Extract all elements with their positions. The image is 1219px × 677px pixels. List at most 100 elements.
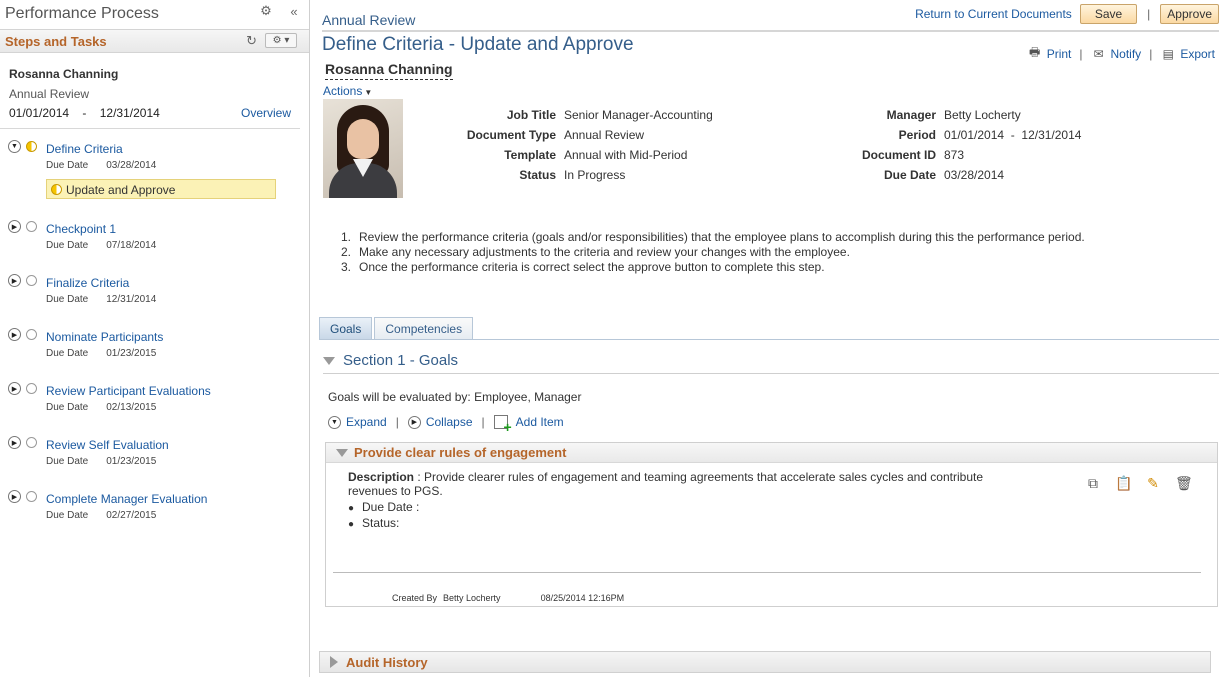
audit-history-header[interactable]: Audit History (319, 651, 1211, 673)
document-details-right: Manager Betty Locherty Period 01/01/2014 -… (811, 108, 1081, 188)
export-document-icon[interactable]: ▤ (1160, 47, 1176, 61)
notify-link[interactable]: Notify (1111, 47, 1142, 61)
instructions-list: 1. Review the performance criteria (goals… (341, 230, 1085, 275)
tab-goals[interactable]: Goals (319, 317, 373, 339)
step-due: Due Date 12/31/2014 (46, 294, 157, 305)
step-due: Due Date 03/28/2014 (46, 160, 157, 171)
goal-status: ● Status: (348, 516, 400, 530)
collapse-toggle-icon[interactable]: ▼ (8, 140, 21, 153)
steps-header-title: Steps and Tasks (5, 34, 107, 49)
expand-toggle-icon[interactable]: ▶ (8, 274, 21, 287)
document-actions: 🖶 Print | ✉ Notify | ▤ Export (1027, 43, 1215, 64)
divider (0, 128, 300, 129)
add-item-icon[interactable] (493, 415, 512, 435)
copy-icon[interactable]: ⧉ (1085, 475, 1101, 492)
expand-triangle-icon[interactable] (330, 656, 338, 668)
in-progress-status-icon (51, 184, 62, 195)
return-to-current-documents-link[interactable]: Return to Current Documents (915, 7, 1072, 21)
collapse-triangle-icon[interactable] (323, 356, 335, 365)
tab-competencies[interactable]: Competencies (374, 317, 474, 339)
document-type: Annual Review (9, 87, 90, 101)
section-header[interactable]: Section 1 - Goals (323, 352, 458, 369)
step-label[interactable]: Checkpoint 1 (46, 222, 116, 236)
double-chevron-left-icon[interactable]: « (287, 4, 301, 19)
step-due: Due Date 01/23/2015 (46, 456, 157, 467)
employee-name: Rosanna Channing (9, 67, 119, 81)
instruction-item: 3. Once the performance criteria is corre… (341, 260, 825, 274)
employee-name-heading[interactable]: Rosanna Channing (325, 61, 453, 80)
add-item-link[interactable]: Add Item (516, 415, 564, 429)
field-manager: Manager Betty Locherty (886, 108, 1021, 122)
expand-toggle-icon[interactable]: ▶ (8, 490, 21, 503)
step-label[interactable]: Review Self Evaluation (46, 438, 169, 452)
export-link[interactable]: Export (1180, 47, 1215, 61)
goal-attributes: ● Due Date : ● Status: (348, 500, 419, 532)
current-task-label[interactable]: Update and Approve (66, 183, 175, 197)
goal-due-date: ● Due Date : (348, 500, 420, 514)
actions-menu[interactable]: Actions ▼ (323, 84, 372, 98)
collapse-icon[interactable]: ▶ (407, 415, 421, 429)
step-due: Due Date 01/23/2015 (46, 348, 157, 359)
instruction-item: 1. Review the performance criteria (goals… (341, 230, 1085, 244)
step-label[interactable]: Finalize Criteria (46, 276, 129, 290)
step-label[interactable]: Define Criteria (46, 142, 123, 156)
separator: | (395, 415, 399, 429)
printer-icon[interactable]: 🖶 (1027, 43, 1043, 64)
not-started-status-icon (26, 275, 37, 286)
expand-toggle-icon[interactable]: ▶ (8, 220, 21, 233)
edit-pencil-icon[interactable]: ✎ (1145, 475, 1161, 492)
goal-header[interactable]: Provide clear rules of engagement (326, 443, 1217, 463)
left-panel: Performance Process ⚙ « Steps and Tasks … (0, 0, 310, 677)
gear-icon[interactable]: ⚙ (259, 3, 273, 18)
header-rule (322, 30, 1219, 32)
current-task[interactable]: Update and Approve (46, 179, 276, 199)
page-title: Define Criteria - Update and Approve (322, 34, 634, 55)
collapse-link[interactable]: Collapse (426, 415, 473, 429)
caret-down-icon: ▼ (364, 88, 373, 97)
save-button[interactable]: Save (1079, 4, 1138, 24)
employee-photo (323, 99, 403, 198)
field-due-date: Due Date 03/28/2014 (883, 168, 1005, 182)
instruction-item: 2. Make any necessary adjustments to the … (341, 245, 850, 259)
expand-toggle-icon[interactable]: ▶ (8, 328, 21, 341)
expand-toggle-icon[interactable]: ▶ (8, 382, 21, 395)
goal-footer-rule (333, 572, 1201, 573)
tab-bar: Goals Competencies (319, 317, 475, 339)
refresh-icon[interactable]: ↻ (246, 33, 257, 49)
separator: | (481, 415, 485, 429)
step-label[interactable]: Review Participant Evaluations (46, 384, 211, 398)
trash-icon[interactable]: 🗑 (1175, 475, 1193, 492)
goal-item: Provide clear rules of engagement Descri… (325, 442, 1218, 607)
section-rule (323, 373, 1219, 374)
goal-list-actions: ▼ Expand | ▶ Collapse | Add Item (328, 415, 564, 435)
collapse-triangle-icon[interactable] (336, 448, 348, 457)
separator: | (1079, 46, 1083, 61)
main-content: Annual Review Return to Current Document… (311, 0, 1219, 677)
not-started-status-icon (26, 437, 37, 448)
goal-toolbar: ⧉ 📋 ✎ 🗑 (1085, 475, 1193, 492)
clipboard-icon[interactable]: 📋 (1115, 475, 1132, 492)
notify-envelope-icon[interactable]: ✉ (1091, 47, 1107, 61)
approve-button[interactable]: Approve (1160, 4, 1219, 24)
expand-icon[interactable]: ▼ (328, 415, 341, 429)
panel-title: Performance Process (5, 5, 159, 22)
evaluated-by-text: Goals will be evaluated by: Employee, Ma… (328, 390, 582, 404)
section-title: Section 1 - Goals (343, 352, 459, 369)
employee-summary: Rosanna Channing Annual Review 01/01/201… (9, 67, 299, 120)
goal-description: Description : Provide clearer rules of e… (348, 470, 984, 498)
step-due: Due Date 02/13/2015 (46, 402, 157, 413)
field-document-id: Document ID 873 (861, 148, 965, 162)
goal-created-info: Created By Betty Locherty 08/25/2014 12:16… (392, 593, 625, 603)
gear-dropdown-icon[interactable]: ⚙ ▾ (265, 33, 297, 48)
print-link[interactable]: Print (1047, 47, 1072, 61)
goal-title: Provide clear rules of engagement (354, 445, 567, 460)
expand-link[interactable]: Expand (346, 415, 387, 429)
overview-link[interactable]: Overview (241, 106, 291, 120)
period-separator: - (82, 106, 87, 120)
step-label[interactable]: Complete Manager Evaluation (46, 492, 207, 506)
actions-label[interactable]: Actions (323, 84, 362, 98)
field-period: Period 01/01/2014 - 12/31/2014 (898, 128, 1082, 142)
separator: | (1149, 46, 1153, 61)
expand-toggle-icon[interactable]: ▶ (8, 436, 21, 449)
step-label[interactable]: Nominate Participants (46, 330, 163, 344)
